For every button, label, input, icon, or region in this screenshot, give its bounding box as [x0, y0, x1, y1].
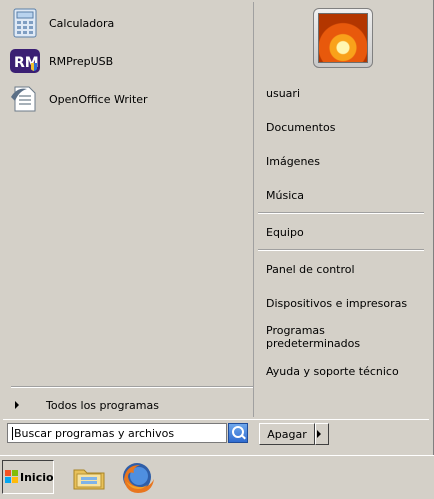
program-label: Calculadora	[49, 16, 115, 30]
places-item-label: Imágenes	[266, 154, 320, 168]
program-item-calculadora[interactable]: Calculadora	[9, 6, 247, 40]
openoffice-writer-icon	[9, 83, 41, 115]
places-item-devices[interactable]: Dispositivos e impresoras	[258, 291, 422, 315]
text-caret	[12, 426, 13, 440]
start-label: Inicio	[20, 470, 54, 484]
program-item-rmprepusb[interactable]: RM RMPrepUSB	[9, 44, 247, 78]
shutdown-options-button[interactable]	[315, 423, 329, 445]
calculator-icon	[9, 7, 41, 39]
programs-pane: Calculadora RM RMPrepUSB OpenOffice Writ…	[3, 2, 254, 417]
program-label: RMPrepUSB	[49, 54, 114, 68]
places-item-label: Ayuda y soporte técnico	[266, 364, 399, 378]
program-item-openoffice-writer[interactable]: OpenOffice Writer	[9, 82, 247, 116]
places-pane: usuari Documentos Imágenes Música Equipo…	[256, 2, 426, 417]
places-item-help[interactable]: Ayuda y soporte técnico	[258, 359, 422, 383]
places-item-label: Equipo	[266, 225, 304, 239]
divider	[258, 212, 424, 214]
places-item-computer[interactable]: Equipo	[258, 220, 422, 244]
start-menu: Calculadora RM RMPrepUSB OpenOffice Writ…	[0, 0, 434, 455]
places-item-label: Música	[266, 188, 305, 202]
taskbar: Inicio	[0, 455, 434, 499]
windows-explorer-icon[interactable]	[72, 461, 106, 493]
places-item-label: usuari	[266, 86, 300, 100]
search-placeholder: Buscar programas y archivos	[14, 426, 175, 440]
windows-logo-icon	[5, 470, 19, 484]
places-item-pictures[interactable]: Imágenes	[258, 149, 422, 173]
all-programs-label: Todos los programas	[46, 398, 159, 412]
divider	[258, 249, 424, 251]
search-input[interactable]: Buscar programas y archivos	[7, 423, 227, 443]
start-menu-footer: Buscar programas y archivos Apagar	[3, 419, 429, 452]
places-item-user[interactable]: usuari	[258, 81, 422, 105]
places-item-label: Panel de control	[266, 262, 355, 276]
places-item-label: Programas predeterminados	[266, 324, 361, 350]
program-label: OpenOffice Writer	[49, 92, 148, 106]
user-picture[interactable]	[313, 8, 373, 68]
arrow-right-icon	[317, 430, 321, 438]
rmprepusb-icon: RM	[9, 45, 41, 77]
places-item-documents[interactable]: Documentos	[258, 115, 422, 139]
places-item-label: Documentos	[266, 120, 336, 134]
start-button[interactable]: Inicio	[2, 460, 54, 494]
shutdown-button[interactable]: Apagar	[259, 423, 315, 445]
firefox-icon[interactable]	[120, 461, 154, 493]
places-item-label: Dispositivos e impresoras	[266, 296, 408, 310]
places-item-control-panel[interactable]: Panel de control	[258, 257, 422, 281]
places-item-default-programs[interactable]: Programas predeterminados	[258, 324, 422, 350]
search-button[interactable]	[228, 423, 248, 443]
all-programs-button[interactable]: Todos los programas	[9, 395, 249, 415]
flower-avatar-icon	[318, 13, 368, 63]
search-icon-handle	[241, 434, 246, 440]
shutdown-label: Apagar	[267, 427, 307, 441]
arrow-right-icon	[15, 401, 19, 409]
places-item-music[interactable]: Música	[258, 183, 422, 207]
divider	[11, 386, 253, 388]
